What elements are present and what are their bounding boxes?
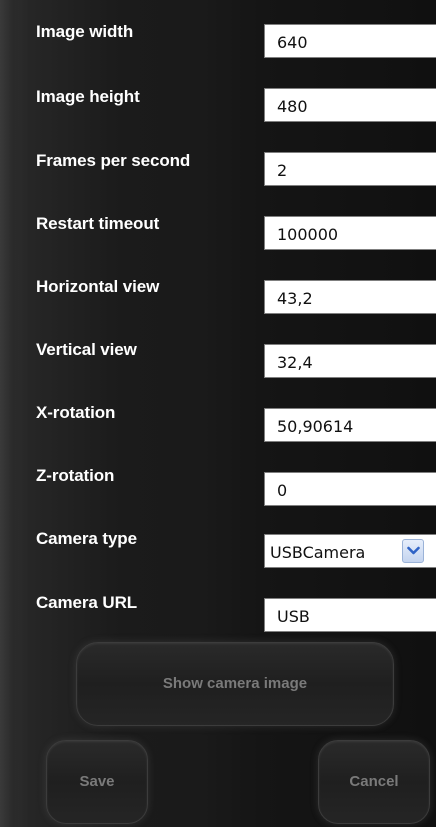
dropdown-button[interactable] xyxy=(402,539,424,563)
horizontal-view-label: Horizontal view xyxy=(36,277,160,296)
camera-type-label: Camera type xyxy=(36,529,137,548)
show-camera-image-button[interactable]: Show camera image xyxy=(76,642,394,726)
save-button[interactable]: Save xyxy=(46,740,148,824)
panel-edge xyxy=(0,0,22,827)
image-height-field[interactable]: 480 xyxy=(264,88,436,122)
z-rotation-label: Z-rotation xyxy=(36,466,115,485)
camera-type-value: USBCamera xyxy=(270,543,366,562)
image-width-label: Image width xyxy=(36,22,134,41)
vertical-view-label: Vertical view xyxy=(36,340,137,359)
camera-url-label: Camera URL xyxy=(36,593,138,612)
camera-url-field[interactable]: USB xyxy=(264,598,436,632)
horizontal-view-field[interactable]: 43,2 xyxy=(264,280,436,314)
cancel-label: Cancel xyxy=(349,773,399,790)
x-rotation-label: X-rotation xyxy=(36,403,116,422)
show-camera-image-label: Show camera image xyxy=(162,675,308,692)
image-height-label: Image height xyxy=(36,87,140,106)
frames-per-second-label: Frames per second xyxy=(36,151,191,170)
frames-per-second-field[interactable]: 2 xyxy=(264,152,436,186)
save-label: Save xyxy=(79,773,115,790)
image-width-field[interactable]: 640 xyxy=(264,24,436,58)
camera-type-select[interactable]: USBCamera xyxy=(264,534,436,568)
z-rotation-field[interactable]: 0 xyxy=(264,472,436,506)
cancel-button[interactable]: Cancel xyxy=(318,740,430,824)
x-rotation-field[interactable]: 50,90614 xyxy=(264,408,436,442)
chevron-down-icon xyxy=(407,546,420,555)
restart-timeout-label: Restart timeout xyxy=(36,214,160,233)
restart-timeout-field[interactable]: 100000 xyxy=(264,216,436,250)
vertical-view-field[interactable]: 32,4 xyxy=(264,344,436,378)
